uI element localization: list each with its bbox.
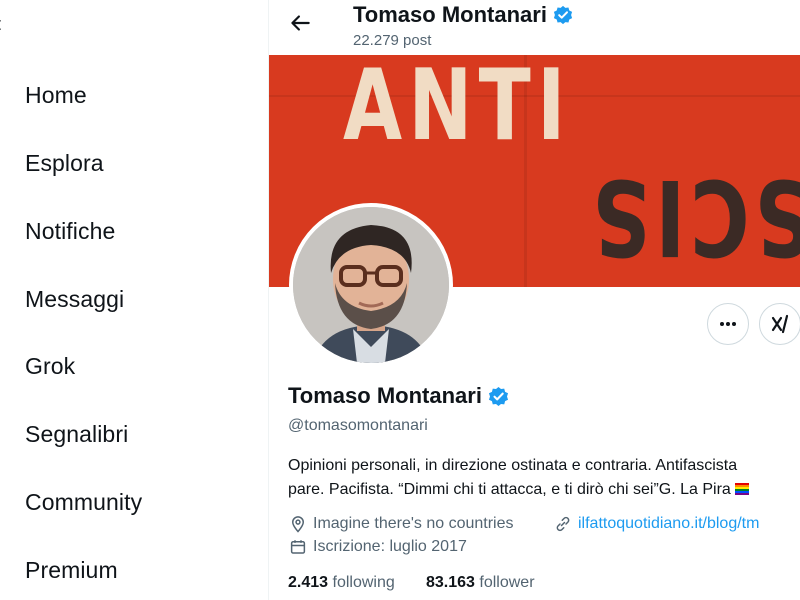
- grok-icon: [771, 314, 789, 334]
- avatar-portrait-image: [293, 207, 449, 363]
- nav-label-grok: Grok: [25, 353, 76, 379]
- following-count: 2.413: [288, 574, 329, 591]
- profile-location: Imagine there's no countries: [289, 515, 514, 533]
- nav-item-bookmarks[interactable]: Segnalibri: [25, 421, 128, 448]
- following-label: following: [332, 574, 395, 591]
- profile-display-name: Tomaso Montanari: [288, 383, 482, 408]
- profile-bio-line: pare. Pacifista. “Dimmi chi ti attacca, …: [288, 481, 750, 499]
- verified-badge-icon[interactable]: [553, 5, 573, 25]
- profile-column: ANTI FASCIS Tomaso Montanari 22.279 post: [269, 0, 800, 600]
- nav-item-notifications[interactable]: Notifiche: [25, 218, 115, 245]
- nav-item-explore[interactable]: Esplora: [25, 150, 104, 177]
- nav-item-grok[interactable]: Grok: [25, 353, 75, 380]
- more-options-button[interactable]: [707, 303, 749, 345]
- website-link[interactable]: ilfattoquotidiano.it/blog/tm: [578, 515, 759, 533]
- calendar-icon: [290, 540, 306, 554]
- profile-website[interactable]: ilfattoquotidiano.it/blog/tm: [554, 515, 759, 533]
- header-name: Tomaso Montanari: [353, 2, 547, 27]
- nav-label-bookmarks: Segnalibri: [25, 421, 129, 447]
- nav-label-community: Community: [25, 489, 143, 515]
- profile-bio-text: pare. Pacifista. “Dimmi chi ti attacca, …: [288, 481, 731, 498]
- nav-label-home: Home: [25, 82, 87, 108]
- nav-label-explore: Esplora: [25, 150, 104, 176]
- joined-text: Iscrizione: luglio 2017: [313, 538, 467, 555]
- back-arrow-icon[interactable]: [287, 10, 313, 36]
- followers-label: follower: [479, 574, 535, 591]
- profile-bio-line: Opinioni personali, in direzione ostinat…: [288, 457, 738, 474]
- followers-count-link[interactable]: 83.163 follower: [426, 574, 535, 592]
- nav-label-messages: Messaggi: [25, 286, 125, 312]
- grok-button[interactable]: [759, 303, 800, 345]
- header-title: Tomaso Montanari: [353, 2, 573, 28]
- nav-item-home[interactable]: Home: [25, 82, 87, 109]
- nav-item-premium[interactable]: Premium: [25, 557, 118, 584]
- profile-joined-date: Iscrizione: luglio 2017: [289, 538, 467, 556]
- verified-badge-icon[interactable]: [488, 386, 509, 407]
- following-count-link[interactable]: 2.413 following: [288, 574, 395, 592]
- nav-label-notifications: Notifiche: [25, 218, 116, 244]
- left-navigation: Home Esplora Notifiche Messaggi Grok Seg…: [0, 0, 268, 600]
- profile-name: Tomaso Montanari: [288, 383, 509, 409]
- banner-text-top: ANTI: [343, 55, 572, 163]
- profile-header-bar: Tomaso Montanari 22.279 post: [269, 0, 800, 55]
- more-dots-icon: [720, 322, 736, 326]
- profile-avatar[interactable]: [289, 203, 453, 367]
- banner-text-bottom: FASCIS: [587, 156, 800, 278]
- x-logo-icon[interactable]: [0, 18, 6, 40]
- location-pin-icon: [291, 516, 305, 533]
- profile-handle: @tomasomontanari: [288, 417, 428, 434]
- location-text: Imagine there's no countries: [313, 515, 514, 532]
- nav-item-community[interactable]: Community: [25, 489, 142, 516]
- link-icon: [556, 516, 570, 532]
- followers-count: 83.163: [426, 574, 475, 591]
- header-post-count: 22.279 post: [353, 32, 432, 49]
- nav-label-premium: Premium: [25, 557, 118, 583]
- rainbow-flag-icon: [735, 483, 750, 495]
- nav-item-messages[interactable]: Messaggi: [25, 286, 124, 313]
